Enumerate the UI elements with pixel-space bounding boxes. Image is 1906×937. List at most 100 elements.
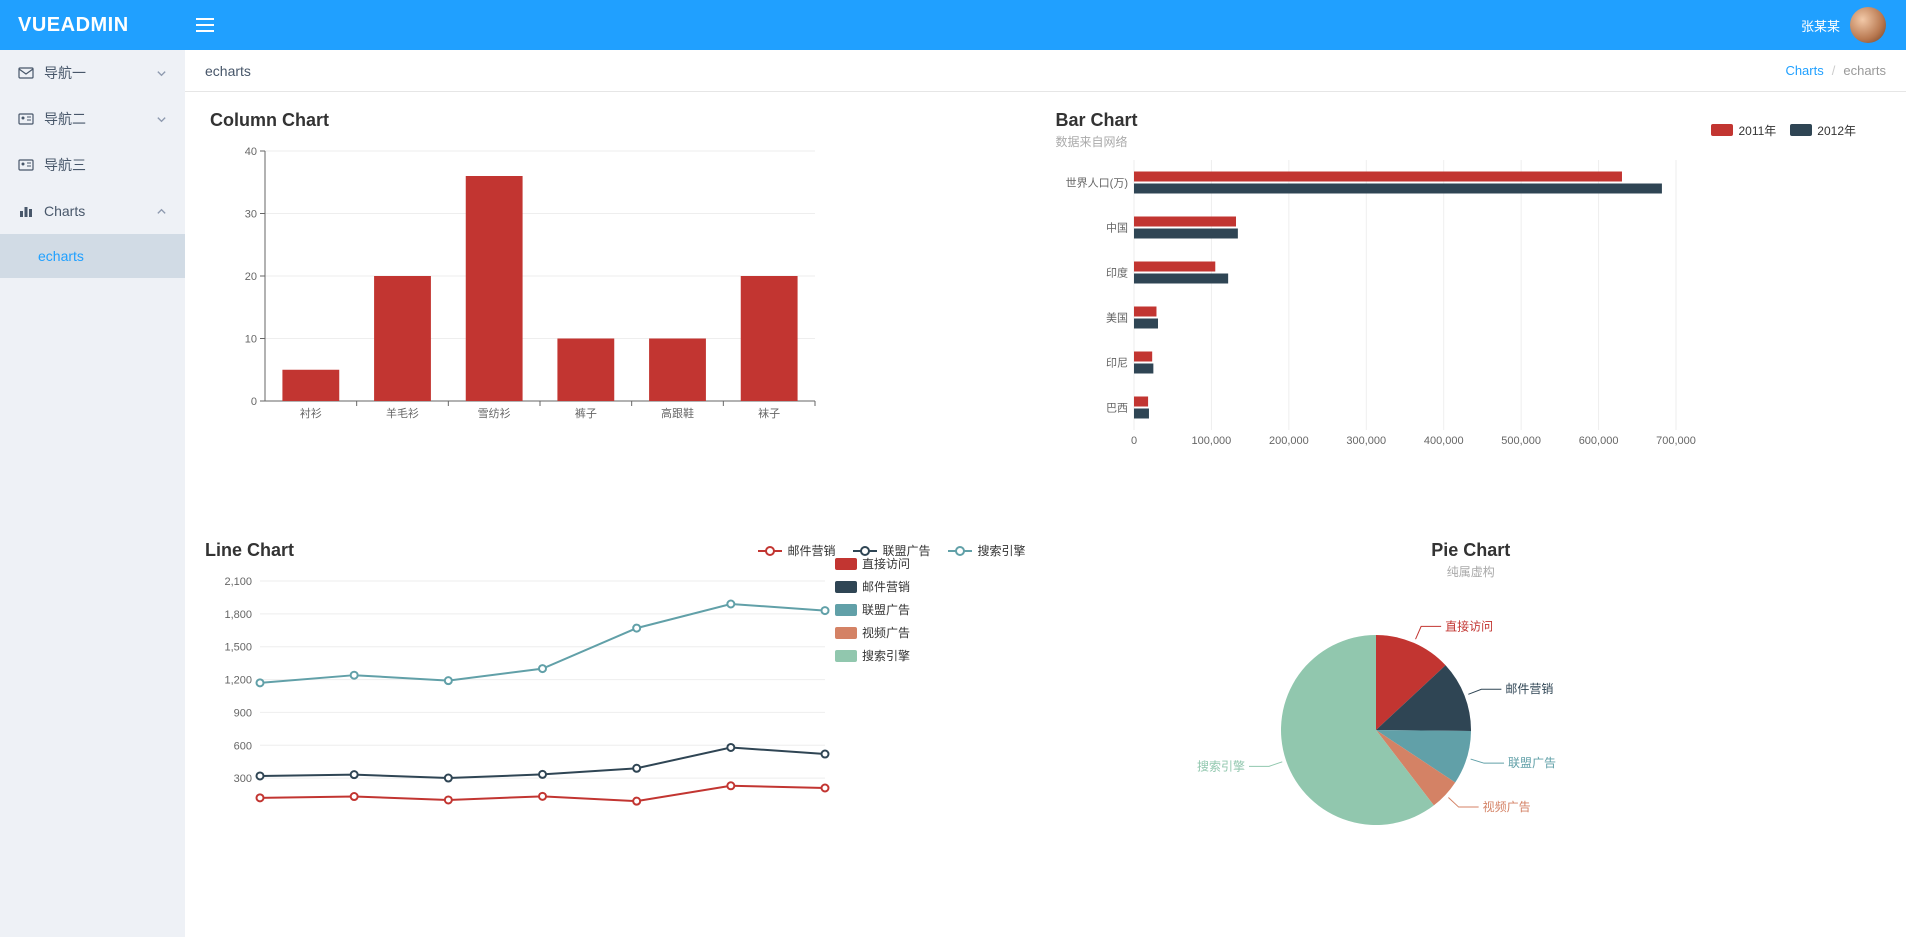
legend-label: 邮件营销 (787, 542, 835, 559)
svg-text:600,000: 600,000 (1578, 435, 1618, 447)
stacked-chart-legend: 直接访问 邮件营销 联盟广告 视频广告 搜索引擎 (835, 555, 910, 821)
legend-item[interactable]: 搜索引擎 (948, 542, 1025, 559)
svg-text:高跟鞋: 高跟鞋 (661, 406, 694, 420)
sidebar-item-label: 导航一 (44, 63, 86, 83)
legend-item[interactable]: 2012年 (1790, 122, 1856, 139)
svg-text:100,000: 100,000 (1191, 435, 1231, 447)
legend-item[interactable]: 邮件营销 (758, 542, 835, 559)
svg-text:直接访问: 直接访问 (1445, 618, 1493, 633)
chart-column: Column Chart 010203040衬衫羊毛衫雪纺衫裤子高跟鞋袜子 (205, 110, 1036, 460)
chart-subtitle: 数据来自网络 (1056, 133, 1138, 150)
chart-svg: 010203040衬衫羊毛衫雪纺衫裤子高跟鞋袜子 (205, 131, 845, 441)
svg-text:衬衫: 衬衫 (300, 407, 322, 420)
svg-text:1,200: 1,200 (224, 675, 252, 687)
legend-label: 2012年 (1817, 122, 1856, 139)
sidebar-item-label: 导航三 (44, 155, 86, 175)
svg-text:20: 20 (245, 271, 257, 283)
svg-text:裤子: 裤子 (575, 406, 597, 420)
chart-title: Pie Chart (1056, 540, 1887, 561)
svg-text:1,800: 1,800 (224, 609, 252, 621)
legend-label: 2011年 (1738, 122, 1776, 139)
sidebar-item-label: Charts (44, 203, 85, 219)
breadcrumb-separator: / (1832, 63, 1836, 78)
message-icon (18, 65, 34, 81)
chart-svg: 3006009001,2001,5001,8002,100 (205, 561, 845, 821)
hamburger-button[interactable] (185, 18, 225, 32)
svg-text:200,000: 200,000 (1268, 435, 1308, 447)
svg-text:羊毛衫: 羊毛衫 (386, 406, 419, 420)
legend-swatch (835, 650, 857, 662)
legend-label: 联盟广告 (862, 601, 910, 618)
sidebar-item-label: 导航二 (44, 109, 86, 129)
sidebar-item-nav2[interactable]: 导航二 (0, 96, 185, 142)
legend-item[interactable]: 视频广告 (835, 624, 910, 641)
legend-item[interactable]: 联盟广告 (835, 601, 910, 618)
breadcrumb-bar: echarts Charts / echarts (185, 50, 1906, 92)
svg-text:300: 300 (234, 773, 252, 785)
legend-swatch (1790, 124, 1812, 136)
svg-text:40: 40 (245, 146, 257, 158)
hamburger-icon (196, 18, 214, 32)
id-card-icon (18, 111, 34, 127)
svg-text:400,000: 400,000 (1423, 435, 1463, 447)
chart-line: Line Chart 邮件营销 联盟广告 搜索引擎 3006009001,200… (205, 540, 1036, 840)
legend-swatch (835, 558, 857, 570)
chart-svg: 0100,000200,000300,000400,000500,000600,… (1056, 150, 1696, 460)
svg-text:30: 30 (245, 209, 257, 221)
sidebar-item-nav1[interactable]: 导航一 (0, 50, 185, 96)
header: VUEADMIN 张某某 (0, 0, 1906, 50)
svg-text:视频广告: 视频广告 (1482, 799, 1530, 814)
breadcrumb-link[interactable]: Charts (1785, 63, 1823, 78)
logo: VUEADMIN (0, 14, 185, 37)
main: echarts Charts / echarts Column Chart 0 1… (185, 50, 1906, 937)
sidebar-subitem-label: echarts (38, 248, 84, 264)
svg-text:巴西: 巴西 (1106, 403, 1128, 415)
svg-text:700,000: 700,000 (1656, 435, 1696, 447)
chart-title: Column Chart (205, 110, 1036, 131)
svg-text:邮件营销: 邮件营销 (1505, 682, 1553, 696)
chart-legend: 2011年 2012年 (1711, 122, 1886, 139)
user-name: 张某某 (1801, 16, 1840, 35)
svg-text:900: 900 (234, 707, 252, 719)
page-title: echarts (205, 63, 251, 79)
chevron-down-icon (156, 114, 167, 125)
svg-text:美国: 美国 (1106, 312, 1128, 325)
legend-item[interactable]: 直接访问 (835, 555, 910, 572)
legend-label: 直接访问 (862, 555, 910, 572)
legend-swatch (835, 581, 857, 593)
legend-swatch (1711, 124, 1733, 136)
user-dropdown[interactable]: 张某某 (1801, 7, 1906, 43)
legend-item[interactable]: 邮件营销 (835, 578, 910, 595)
svg-text:10: 10 (245, 334, 257, 346)
chart-title: Bar Chart (1056, 110, 1138, 131)
svg-text:300,000: 300,000 (1346, 435, 1386, 447)
svg-text:印尼: 印尼 (1106, 357, 1128, 370)
svg-text:0: 0 (1130, 435, 1136, 447)
svg-text:1,500: 1,500 (224, 642, 252, 654)
svg-text:印度: 印度 (1106, 266, 1128, 280)
legend-item[interactable]: 2011年 (1711, 122, 1776, 139)
svg-text:0: 0 (251, 396, 257, 408)
legend-swatch-line-icon (758, 545, 782, 557)
bar-chart-icon (18, 203, 34, 219)
legend-item[interactable]: 搜索引擎 (835, 647, 910, 664)
chart-svg: 直接访问邮件营销联盟广告视频广告搜索引擎 (1056, 580, 1696, 840)
svg-text:搜索引擎: 搜索引擎 (1196, 758, 1244, 773)
chart-bar: Bar Chart 数据来自网络 2011年 2012年 0 100,000 200… (1056, 110, 1887, 460)
svg-text:中国: 中国 (1106, 222, 1128, 235)
svg-text:雪纺衫: 雪纺衫 (478, 406, 511, 420)
legend-label: 搜索引擎 (862, 647, 910, 664)
sidebar-item-nav3[interactable]: 导航三 (0, 142, 185, 188)
sidebar-subitem-echarts[interactable]: echarts (0, 234, 185, 278)
svg-text:2,100: 2,100 (224, 576, 252, 588)
svg-text:世界人口(万): 世界人口(万) (1065, 177, 1127, 190)
chart-title: Line Chart (205, 540, 294, 561)
legend-swatch (835, 627, 857, 639)
chevron-down-icon (156, 68, 167, 79)
legend-label: 邮件营销 (862, 578, 910, 595)
sidebar-item-charts[interactable]: Charts (0, 188, 185, 234)
legend-swatch-line-icon (948, 545, 972, 557)
avatar (1850, 7, 1886, 43)
legend-swatch (835, 604, 857, 616)
chevron-up-icon (156, 206, 167, 217)
